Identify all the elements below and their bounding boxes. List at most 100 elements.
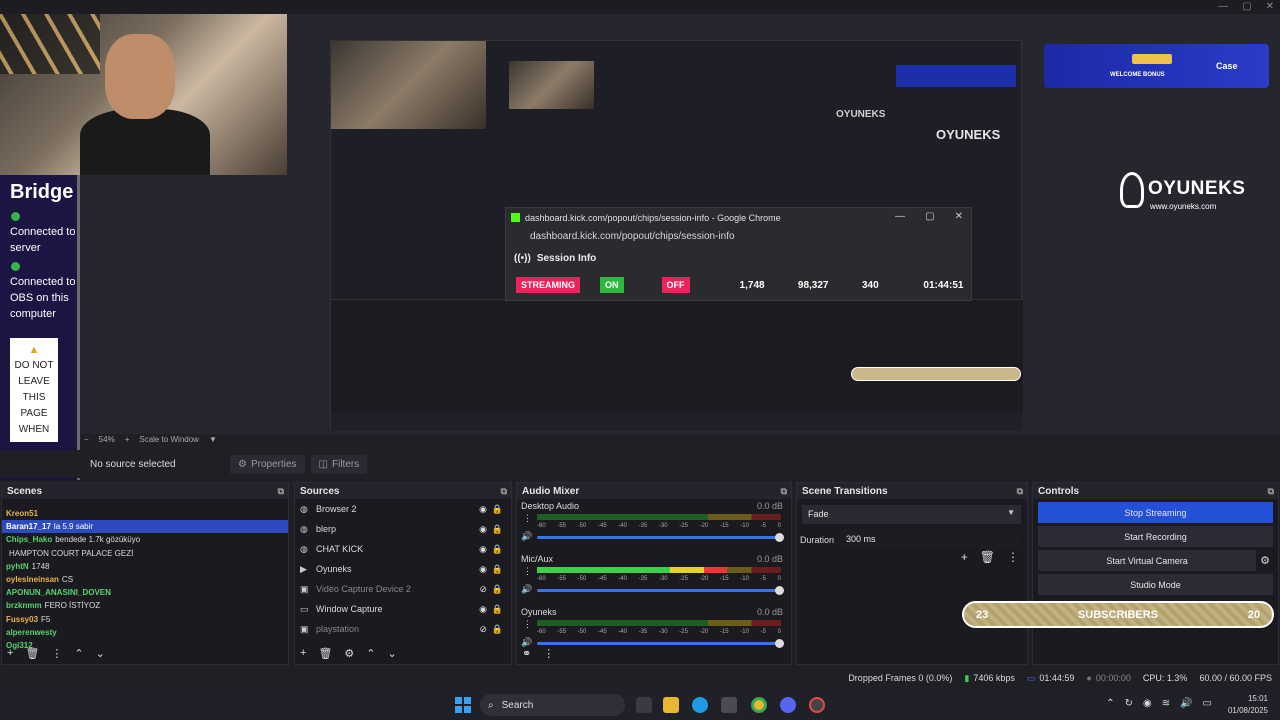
windows-start-icon[interactable] bbox=[455, 697, 471, 713]
zoom-in-button[interactable]: + bbox=[125, 435, 130, 449]
stop-streaming-button[interactable]: Stop Streaming bbox=[1038, 502, 1273, 523]
chevron-down-icon[interactable]: ▼ bbox=[209, 435, 217, 449]
clock[interactable]: 15:01 01/08/2025 bbox=[1228, 693, 1268, 717]
trash-icon[interactable]: 🗑 bbox=[318, 647, 332, 660]
chevron-down-icon[interactable]: ⌄ bbox=[96, 647, 105, 660]
add-icon[interactable]: + bbox=[300, 647, 306, 660]
volume-slider[interactable] bbox=[537, 639, 784, 648]
meter-tick: -40 bbox=[618, 523, 627, 529]
source-item[interactable]: ▣ Video Capture Device 2 ⊘ 🔒 bbox=[295, 579, 511, 599]
volume-icon[interactable]: 🔊 bbox=[1180, 698, 1192, 709]
eye-icon[interactable]: ◉ bbox=[479, 504, 487, 515]
studio-mode-button[interactable]: Studio Mode bbox=[1038, 574, 1273, 595]
filters-button[interactable]: ◫ Filters bbox=[310, 454, 368, 474]
lock-icon[interactable]: 🔒 bbox=[492, 624, 503, 635]
dots-icon[interactable]: ⋮ bbox=[523, 619, 532, 630]
source-item[interactable]: ◍ blerp ◉ 🔒 bbox=[295, 519, 511, 539]
volume-meter bbox=[537, 620, 781, 626]
task-view-icon[interactable] bbox=[636, 697, 652, 713]
dots-icon[interactable]: ⋮ bbox=[523, 566, 532, 577]
speaker-icon[interactable]: 🔊 bbox=[521, 584, 532, 595]
rec-time: 00:00:00 bbox=[1095, 673, 1131, 683]
link-icon[interactable]: ⚭ bbox=[522, 647, 531, 660]
globe-icon: ◍ bbox=[300, 543, 308, 554]
source-item[interactable]: ◍ Browser 2 ◉ 🔒 bbox=[295, 499, 511, 519]
chrome-popup[interactable]: dashboard.kick.com/popout/chips/session-… bbox=[505, 207, 972, 301]
popout-icon[interactable]: ⧉ bbox=[278, 486, 284, 497]
chevron-up-icon[interactable]: ⌃ bbox=[366, 647, 375, 660]
start-recording-button[interactable]: Start Recording bbox=[1038, 526, 1273, 547]
dots-icon[interactable]: ⋮ bbox=[523, 513, 532, 524]
no-source-label: No source selected bbox=[90, 458, 176, 470]
source-item[interactable]: ▭ Window Capture ◉ 🔒 bbox=[295, 599, 511, 619]
add-icon[interactable]: + bbox=[961, 550, 968, 564]
sources-footer: + 🗑 ⚙ ⌃ ⌄ bbox=[300, 647, 397, 660]
source-item[interactable]: ◍ CHAT KICK ◉ 🔒 bbox=[295, 539, 511, 559]
transition-select[interactable]: Fade ▼ bbox=[802, 505, 1021, 524]
trash-icon[interactable]: 🗑 bbox=[980, 550, 995, 564]
edge-icon[interactable] bbox=[692, 697, 708, 713]
start-virtual-camera-button[interactable]: Start Virtual Camera bbox=[1038, 550, 1257, 571]
file-explorer-icon[interactable] bbox=[663, 697, 679, 713]
popout-icon[interactable]: ⧉ bbox=[1017, 486, 1023, 497]
source-item[interactable]: ▶ Oyuneks ◉ 🔒 bbox=[295, 559, 511, 579]
meter-tick: -50 bbox=[577, 629, 587, 635]
popout-icon[interactable]: ⧉ bbox=[501, 486, 507, 497]
popout-icon[interactable]: ⧉ bbox=[781, 486, 787, 497]
preview-canvas[interactable]: Bridge Connected to server Connected to … bbox=[0, 14, 1280, 480]
chevron-up-icon[interactable]: ⌃ bbox=[1106, 698, 1114, 709]
obs-window: — ▢ ✕ Bridge Connected to server Connect… bbox=[0, 0, 1280, 720]
volume-slider[interactable] bbox=[537, 533, 784, 542]
trash-icon[interactable]: 🗑 bbox=[25, 647, 39, 660]
dots-icon[interactable]: ⋮ bbox=[543, 647, 554, 660]
battery-icon[interactable]: ▭ bbox=[1203, 698, 1212, 709]
properties-button[interactable]: ⚙ Properties bbox=[230, 454, 305, 474]
duration-input[interactable]: 300 ms bbox=[840, 530, 1021, 549]
network-icon[interactable]: ◉ bbox=[1143, 698, 1152, 709]
obs-icon[interactable] bbox=[809, 697, 825, 713]
meter-tick: 0 bbox=[777, 576, 781, 582]
lock-icon[interactable]: 🔒 bbox=[492, 544, 503, 555]
maximize-button[interactable]: ▢ bbox=[1242, 1, 1251, 12]
gear-icon[interactable]: ⚙ bbox=[1260, 554, 1270, 567]
dots-icon[interactable]: ⋮ bbox=[1007, 550, 1019, 564]
maximize-icon[interactable]: ▢ bbox=[925, 211, 934, 222]
source-item[interactable]: ▣ playstation ⊘ 🔒 bbox=[295, 619, 511, 639]
eye-hidden-icon[interactable]: ⊘ bbox=[479, 624, 487, 635]
lock-icon[interactable]: 🔒 bbox=[492, 584, 503, 595]
chrome-url[interactable]: dashboard.kick.com/popout/chips/session-… bbox=[506, 227, 971, 245]
cpu-usage: CPU: 1.3% bbox=[1142, 673, 1188, 683]
minimize-icon[interactable]: — bbox=[895, 211, 905, 222]
chevron-up-icon[interactable]: ⌃ bbox=[74, 647, 83, 660]
sources-list[interactable]: ◍ Browser 2 ◉ 🔒 ◍ blerp ◉ 🔒 ◍ CHAT KICK ◉ 🔒 ▶ Oyuneks… bbox=[295, 499, 511, 639]
eye-icon[interactable]: ◉ bbox=[479, 564, 487, 575]
eye-icon[interactable]: ◉ bbox=[479, 604, 487, 615]
add-icon[interactable]: + bbox=[7, 647, 13, 660]
chrome-icon[interactable] bbox=[751, 697, 767, 713]
lock-icon[interactable]: 🔒 bbox=[492, 604, 503, 615]
discord-icon[interactable] bbox=[780, 697, 796, 713]
refresh-icon[interactable]: ↻ bbox=[1125, 698, 1133, 709]
audio-channels: Desktop Audio 0.0 dB ⋮ -60 -55 -50 -45 -40 -35 -3… bbox=[517, 499, 791, 658]
gear-icon[interactable]: ⚙ bbox=[344, 647, 354, 660]
close-icon[interactable]: ✕ bbox=[955, 211, 963, 222]
popout-icon[interactable]: ⧉ bbox=[1268, 486, 1274, 497]
scenes-list[interactable]: Kreon51 Baran17_17 la 5.9 sabir Chips_Hako b… bbox=[2, 499, 288, 652]
eye-icon[interactable]: ◉ bbox=[479, 544, 487, 555]
eye-hidden-icon[interactable]: ⊘ bbox=[479, 584, 487, 595]
lock-icon[interactable]: 🔒 bbox=[492, 504, 503, 515]
eye-icon[interactable]: ◉ bbox=[479, 524, 487, 535]
zoom-out-button[interactable]: − bbox=[84, 435, 89, 449]
lock-icon[interactable]: 🔒 bbox=[492, 524, 503, 535]
volume-slider[interactable] bbox=[537, 586, 784, 595]
store-icon[interactable] bbox=[721, 697, 737, 713]
minimize-button[interactable]: — bbox=[1218, 1, 1228, 12]
dots-icon[interactable]: ⋮ bbox=[51, 647, 62, 660]
scale-mode[interactable]: Scale to Window bbox=[139, 435, 199, 449]
close-button[interactable]: ✕ bbox=[1266, 1, 1274, 12]
speaker-icon[interactable]: 🔊 bbox=[521, 531, 532, 542]
taskbar-search[interactable]: ⌕ Search bbox=[480, 694, 625, 716]
chevron-down-icon[interactable]: ⌄ bbox=[388, 647, 397, 660]
lock-icon[interactable]: 🔒 bbox=[492, 564, 503, 575]
wifi-icon[interactable]: ≋ bbox=[1162, 698, 1170, 709]
